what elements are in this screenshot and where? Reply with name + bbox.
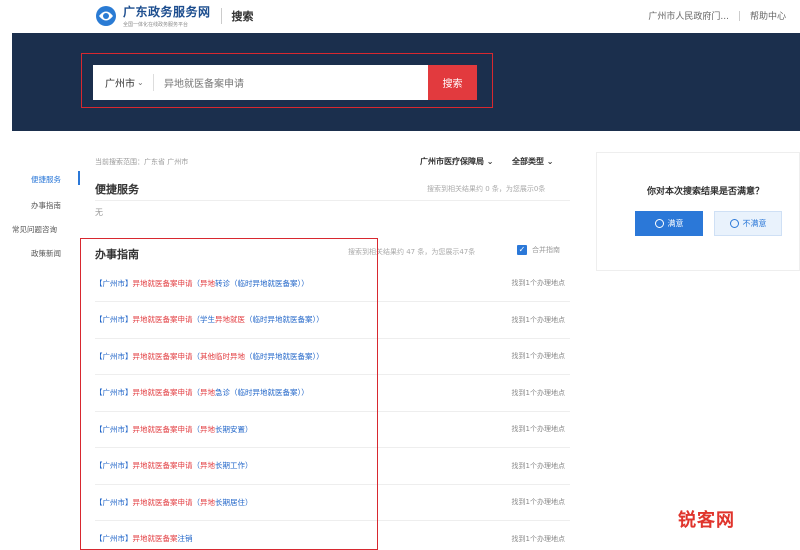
divider (95, 200, 570, 201)
sidebar-item-news[interactable]: 政策新闻 (31, 248, 61, 259)
chevron-down-icon: ⌄ (544, 157, 554, 166)
result-location-count[interactable]: 找到1个办理地点 (512, 534, 565, 544)
search-scope: 当前搜索范围：广东省 广州市 (95, 158, 189, 166)
result-location-count[interactable]: 找到1个办理地点 (512, 388, 565, 398)
watermark: 锐客网 (678, 510, 735, 531)
help-center-link[interactable]: 帮助中心 (750, 9, 786, 22)
satisfied-button-label: 满意 (667, 219, 684, 228)
result-location-count[interactable]: 找到1个办理地点 (512, 424, 565, 434)
logo-divider (220, 7, 222, 24)
filter-department[interactable]: 广州市医疗保障局 ⌄ (420, 156, 494, 167)
result-location-count[interactable]: 找到1个办理地点 (512, 278, 565, 288)
search-input[interactable] (164, 77, 414, 88)
convenience-section-title: 便捷服务 (95, 183, 139, 196)
logo-icon (96, 5, 116, 26)
chevron-down-icon: ⌄ (137, 78, 144, 87)
convenience-result-meta: 搜索到相关结果约 0 条，为您展示0条 (427, 185, 546, 193)
result-location-count[interactable]: 找到1个办理地点 (512, 315, 565, 325)
satisfaction-survey: 你对本次搜索结果是否满意？ 满意 不满意 (596, 152, 800, 271)
city-select[interactable]: 广州市 ⌄ (93, 75, 153, 90)
result-location-count[interactable]: 找到1个办理地点 (512, 497, 565, 507)
chevron-down-icon: ⌄ (484, 157, 494, 166)
search-button[interactable]: 搜索 (428, 65, 477, 100)
merge-guide-label: 合并指南 (532, 246, 560, 254)
result-location-count[interactable]: 找到1个办理地点 (512, 461, 565, 471)
gov-portal-link[interactable]: 广州市人民政府门... (648, 9, 729, 22)
satisfied-button[interactable]: 满意 (635, 211, 703, 236)
sidebar-item-convenience[interactable]: 便捷服务 (31, 174, 61, 185)
top-links: 广州市人民政府门... 帮助中心 (648, 9, 786, 22)
smile-icon (654, 219, 664, 228)
site-title: 广东政务服务网 (123, 5, 211, 19)
convenience-empty-text: 无 (95, 208, 103, 217)
checkbox-checked-icon: ✓ (517, 245, 527, 255)
filter-type-label: 全部类型 (512, 157, 544, 166)
site-logo[interactable]: 广东政务服务网 全国一体化在线政务服务平台 搜索 (93, 3, 254, 28)
survey-question: 你对本次搜索结果是否满意？ (647, 187, 765, 197)
filter-department-label: 广州市医疗保障局 (420, 157, 484, 166)
sidebar-item-guide[interactable]: 办事指南 (31, 200, 61, 211)
result-location-count[interactable]: 找到1个办理地点 (512, 351, 565, 361)
unsatisfied-button[interactable]: 不满意 (714, 211, 782, 236)
results-highlight-box (80, 238, 378, 550)
sidebar-item-faq[interactable]: 常见问题咨询 (12, 224, 57, 235)
merge-guide-toggle[interactable]: ✓ 合并指南 (517, 245, 560, 255)
filter-type[interactable]: 全部类型 ⌄ (512, 156, 554, 167)
section-label: 搜索 (231, 9, 254, 23)
frown-icon (729, 219, 739, 228)
city-select-label: 广州市 (105, 79, 135, 90)
link-divider (738, 10, 740, 21)
unsatisfied-button-label: 不满意 (742, 219, 767, 228)
search-page: 广东政务服务网 全国一体化在线政务服务平台 搜索 广州市人民政府门... 帮助中… (0, 0, 800, 550)
site-subtitle: 全国一体化在线政务服务平台 (123, 22, 189, 28)
search-divider (153, 74, 154, 91)
nav-active-indicator (78, 171, 80, 185)
top-bar: 广东政务服务网 全国一体化在线政务服务平台 搜索 广州市人民政府门... 帮助中… (0, 0, 800, 33)
search-box: 广州市 ⌄ (93, 65, 429, 100)
